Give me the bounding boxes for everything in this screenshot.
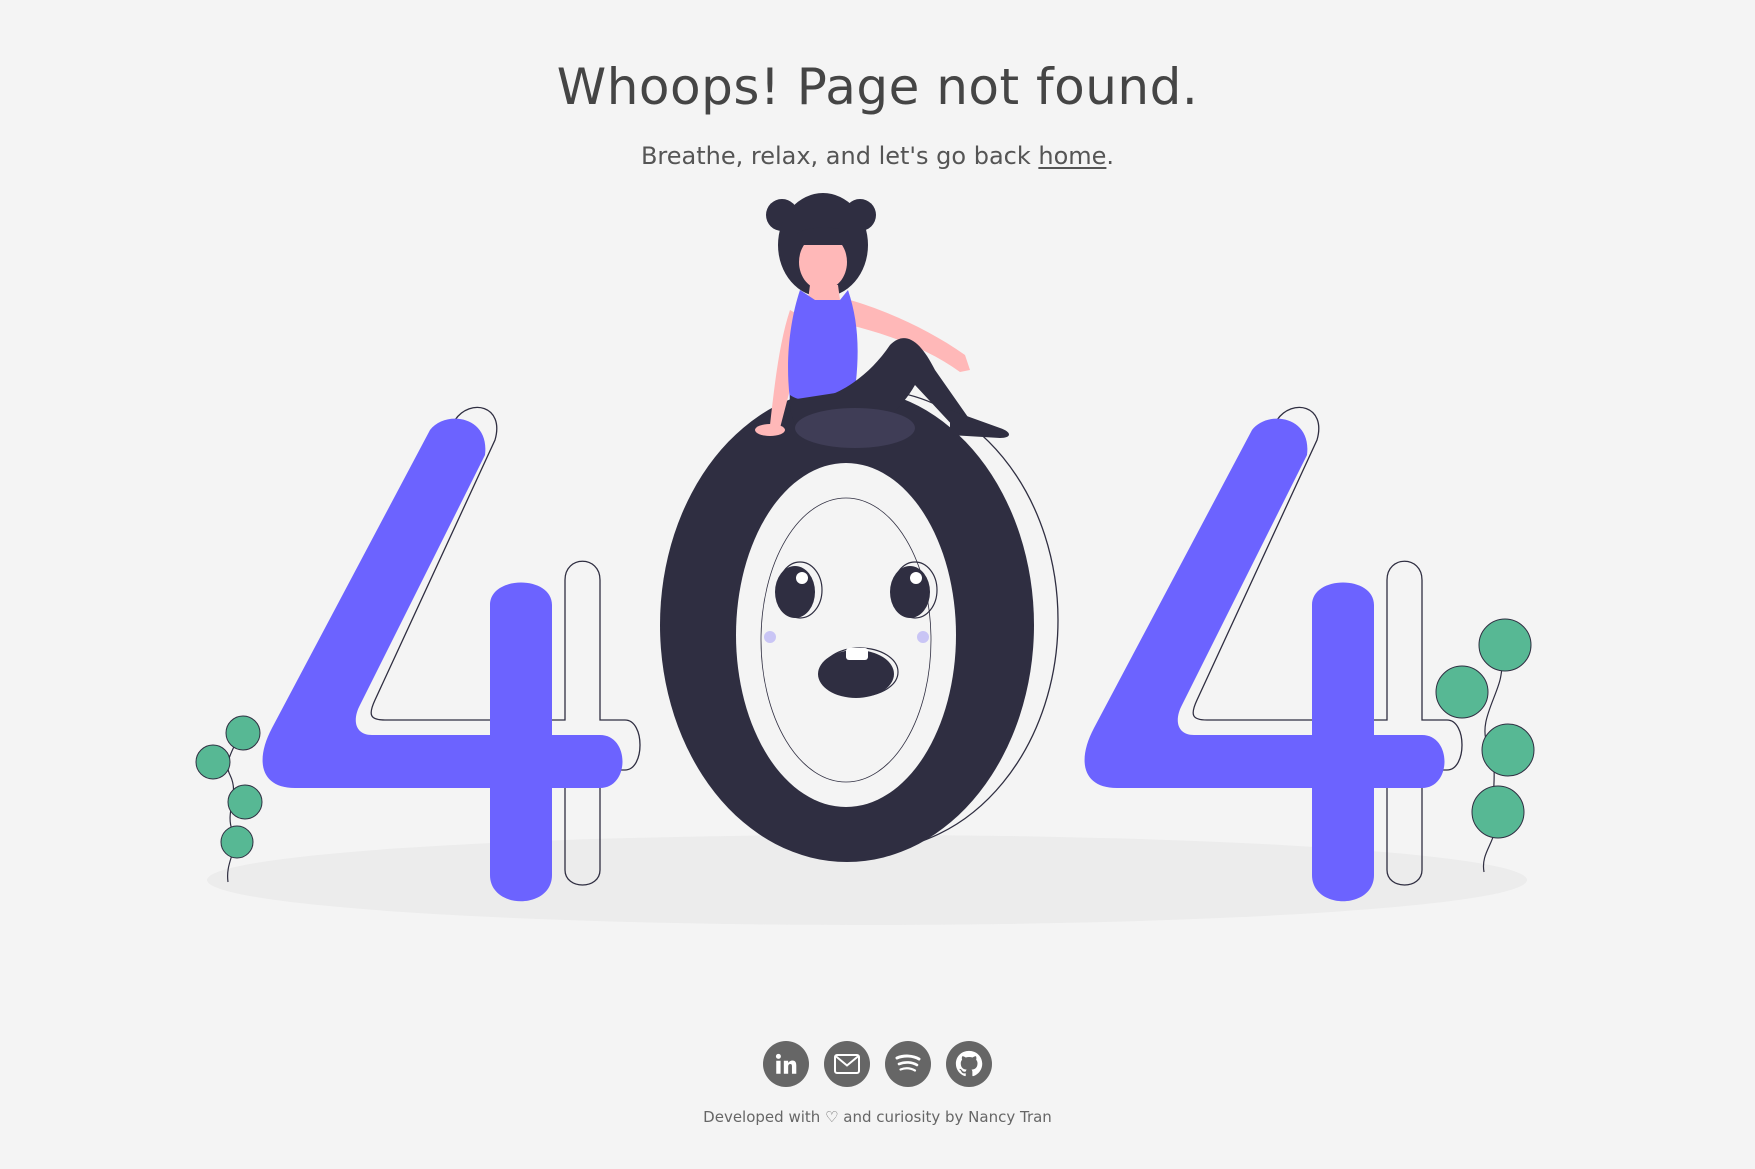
404-illustration [195, 193, 1535, 925]
woman-figure [755, 193, 1009, 448]
spotify-button[interactable] [885, 1041, 931, 1087]
left-plant [195, 715, 263, 883]
left-four [262, 418, 623, 902]
spotify-icon [895, 1054, 921, 1072]
footer-credit: Developed with ♡ and curiosity by Nancy … [703, 1108, 1052, 1126]
email-button[interactable] [824, 1041, 870, 1087]
email-icon [834, 1054, 860, 1074]
github-button[interactable] [946, 1041, 992, 1087]
right-plant [1435, 618, 1535, 873]
not-found-page: Whoops! Page not found. Breathe, relax, … [0, 0, 1755, 1169]
zero [660, 388, 1034, 862]
linkedin-icon [775, 1053, 797, 1074]
right-four [1084, 418, 1445, 902]
github-icon [955, 1050, 983, 1077]
social-links [0, 1041, 1755, 1087]
linkedin-button[interactable] [763, 1041, 809, 1087]
